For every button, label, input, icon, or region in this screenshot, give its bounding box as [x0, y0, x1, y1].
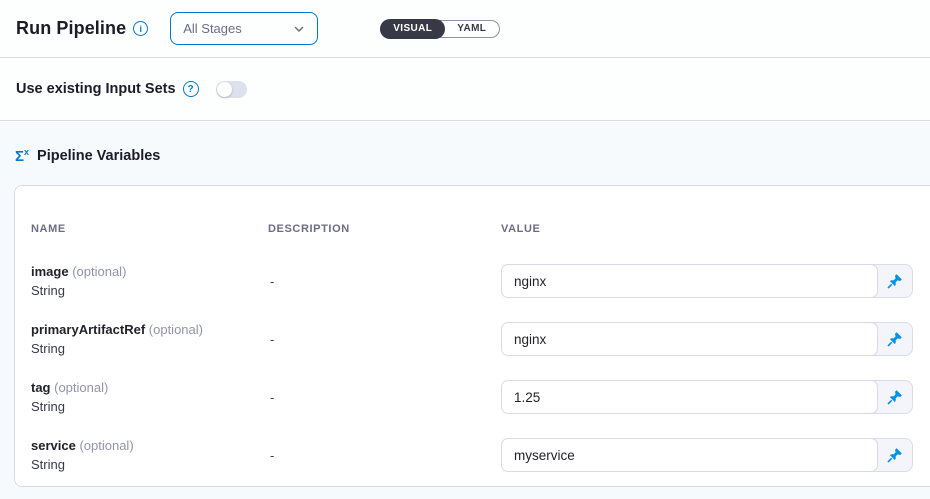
toggle-knob	[217, 82, 232, 97]
input-sets-label: Use existing Input Sets	[16, 81, 176, 97]
variables-section-title: Pipeline Variables	[37, 148, 160, 164]
variables-table-header: NAME DESCRIPTION VALUE	[15, 206, 930, 252]
variable-value-group	[501, 322, 913, 356]
variable-description: -	[268, 332, 501, 347]
input-sets-toggle[interactable]	[216, 81, 247, 98]
table-row: service (optional) String -	[15, 426, 930, 484]
variable-optional-tag: (optional)	[72, 264, 126, 279]
variable-type: String	[31, 341, 268, 356]
variable-name-cell: service (optional) String	[31, 438, 268, 472]
pin-icon[interactable]	[878, 265, 912, 297]
variable-name-cell: primaryArtifactRef (optional) String	[31, 322, 268, 356]
run-pipeline-header: Run Pipeline i All Stages VISUAL YAML	[0, 0, 930, 58]
column-header-description: DESCRIPTION	[268, 223, 501, 235]
variable-value-input[interactable]	[501, 380, 878, 414]
variable-optional-tag: (optional)	[149, 322, 203, 337]
variable-name: primaryArtifactRef	[31, 322, 145, 337]
stage-selector-dropdown[interactable]: All Stages	[170, 12, 318, 45]
variable-type: String	[31, 283, 268, 298]
column-header-value: VALUE	[501, 223, 930, 235]
variable-value-group	[501, 438, 913, 472]
variable-name-cell: tag (optional) String	[31, 380, 268, 414]
variable-name: tag	[31, 380, 51, 395]
help-icon[interactable]: ?	[183, 81, 199, 97]
variables-card: NAME DESCRIPTION VALUE image (optional) …	[14, 185, 930, 487]
variable-value-input[interactable]	[501, 264, 878, 298]
tab-yaml[interactable]: YAML	[444, 20, 499, 38]
visual-yaml-toggle: VISUAL YAML	[380, 20, 500, 38]
variable-value-group	[501, 380, 913, 414]
column-header-name: NAME	[31, 223, 268, 235]
pin-icon[interactable]	[878, 381, 912, 413]
info-icon[interactable]: i	[133, 21, 148, 36]
variable-description: -	[268, 390, 501, 405]
title-wrap: Run Pipeline i	[16, 18, 148, 39]
input-sets-row: Use existing Input Sets ?	[0, 58, 930, 121]
pin-icon[interactable]	[878, 439, 912, 471]
tab-visual[interactable]: VISUAL	[380, 19, 445, 39]
table-row: tag (optional) String -	[15, 368, 930, 426]
variable-type: String	[31, 457, 268, 472]
variable-description: -	[268, 448, 501, 463]
page-title: Run Pipeline	[16, 18, 126, 39]
variable-type: String	[31, 399, 268, 414]
pipeline-variables-icon: Σx	[15, 148, 29, 164]
table-row: image (optional) String -	[15, 252, 930, 310]
table-row: primaryArtifactRef (optional) String -	[15, 310, 930, 368]
stage-selector-value: All Stages	[183, 21, 242, 36]
variable-value-input[interactable]	[501, 438, 878, 472]
variable-value-input[interactable]	[501, 322, 878, 356]
variable-optional-tag: (optional)	[54, 380, 108, 395]
variable-name-cell: image (optional) String	[31, 264, 268, 298]
pipeline-form-body: Σx Pipeline Variables NAME DESCRIPTION V…	[0, 122, 930, 499]
variable-optional-tag: (optional)	[79, 438, 133, 453]
variable-name: image	[31, 264, 69, 279]
chevron-down-icon	[293, 23, 305, 35]
variable-name: service	[31, 438, 76, 453]
pin-icon[interactable]	[878, 323, 912, 355]
variable-description: -	[268, 274, 501, 289]
variables-section-header: Σx Pipeline Variables	[15, 148, 930, 164]
variable-value-group	[501, 264, 913, 298]
